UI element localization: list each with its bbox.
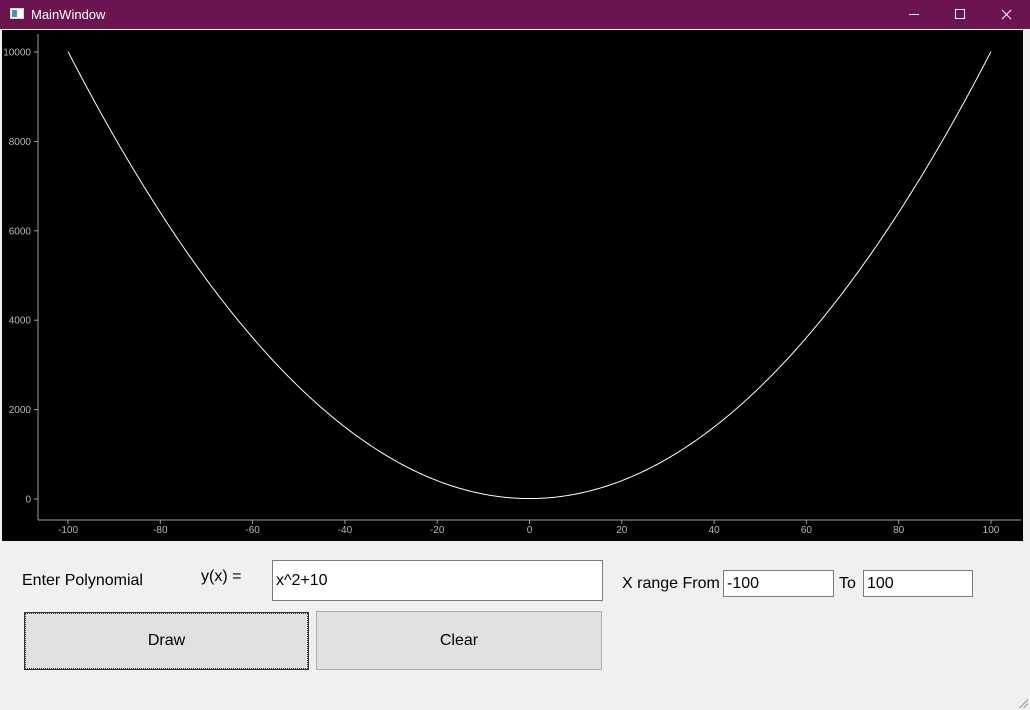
x-tick-label: -20 <box>430 525 445 536</box>
y-tick-label: 6000 <box>9 226 32 237</box>
maximize-icon <box>955 9 965 19</box>
minimize-button[interactable] <box>891 0 937 29</box>
enter-polynomial-label: Enter Polynomial <box>22 572 143 589</box>
y-tick-label: 8000 <box>9 137 32 148</box>
polynomial-input[interactable] <box>272 560 603 601</box>
x-tick-label: 100 <box>983 525 1000 536</box>
y-tick-label: 2000 <box>9 405 32 416</box>
x-tick-label: 20 <box>616 525 628 536</box>
y-tick-label: 4000 <box>9 316 32 327</box>
window-title: MainWindow <box>31 7 106 22</box>
x-to-input[interactable] <box>863 570 973 597</box>
plot-axes: -100 -80 -60 -40 -20 0 20 40 60 80 100 0 2000 4000 600… <box>3 34 1021 536</box>
draw-button[interactable]: Draw <box>24 612 309 670</box>
clear-button[interactable]: Clear <box>316 611 602 670</box>
x-from-input[interactable] <box>723 570 834 597</box>
x-tick-label: 0 <box>527 525 533 536</box>
minimize-icon <box>909 14 919 15</box>
y-tick-label: 0 <box>25 495 31 506</box>
polynomial-curve <box>67 51 992 500</box>
x-range-from-label: X range From <box>622 575 720 592</box>
yx-label: y(x) = <box>201 568 242 585</box>
x-tick-label: -100 <box>58 525 78 536</box>
close-button[interactable] <box>983 0 1029 29</box>
to-label: To <box>839 575 856 592</box>
title-bar[interactable]: MainWindow <box>0 0 1030 29</box>
app-icon <box>10 8 24 19</box>
x-tick-label: 40 <box>709 525 721 536</box>
y-tick-label: 10000 <box>3 48 31 59</box>
plot-area: -100 -80 -60 -40 -20 0 20 40 60 80 100 0 2000 4000 600… <box>2 30 1023 541</box>
maximize-button[interactable] <box>937 0 983 29</box>
x-tick-label: -80 <box>153 525 168 536</box>
resize-grip[interactable] <box>1018 698 1028 708</box>
x-tick-label: 60 <box>801 525 813 536</box>
x-tick-label: -60 <box>245 525 260 536</box>
x-tick-label: -40 <box>338 525 353 536</box>
x-tick-label: 80 <box>893 525 905 536</box>
